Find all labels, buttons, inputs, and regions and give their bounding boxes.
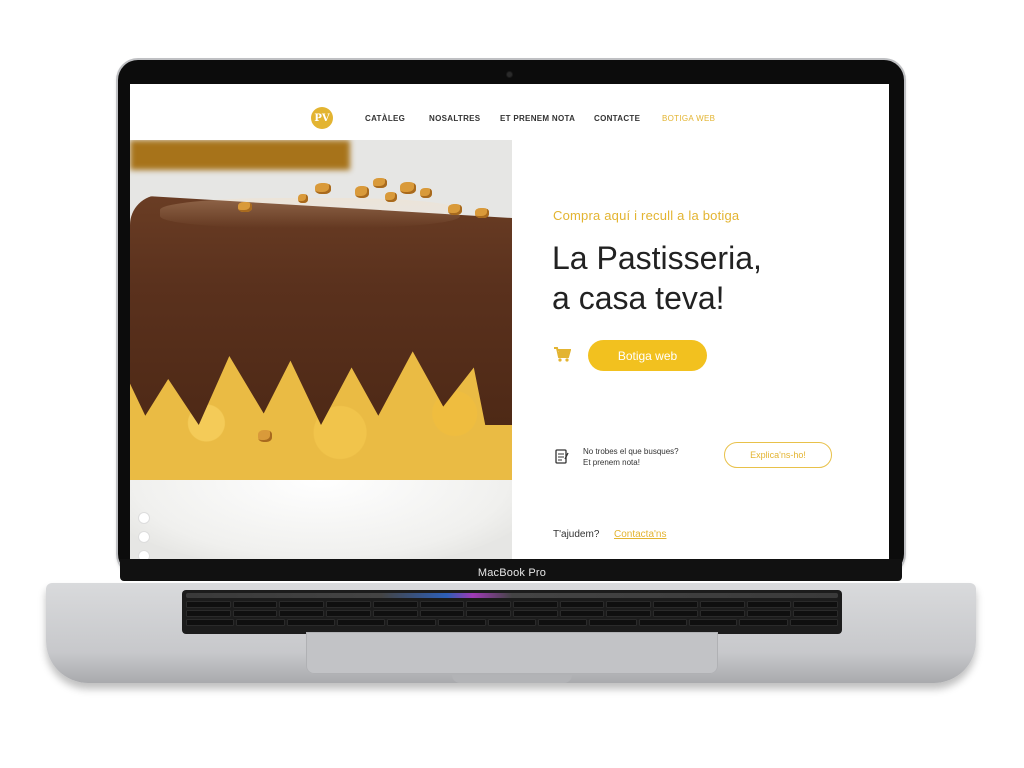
headline-line-2: a casa teva!: [552, 280, 725, 316]
hero-headline: La Pastisseria, a casa teva!: [552, 238, 762, 318]
slider-dot[interactable]: [138, 531, 150, 543]
nut-topping: [298, 194, 308, 203]
note-line-1: No trobes el que busques?: [583, 447, 679, 456]
nav-item-cataleg[interactable]: CATÀLEG: [365, 114, 405, 123]
laptop-screen: PV CATÀLEG NOSALTRES ET PRENEM NOTA CONT…: [130, 84, 889, 559]
slider-dots: [138, 512, 152, 559]
explain-button[interactable]: Explica'ns-ho!: [724, 442, 832, 468]
shop-button[interactable]: Botiga web: [588, 340, 707, 371]
cake-background-blur: [130, 140, 350, 170]
hero-image: [130, 140, 512, 559]
nut-topping: [355, 186, 369, 198]
key-row: [186, 601, 839, 608]
nut-topping: [238, 202, 252, 212]
key-row: [186, 610, 839, 617]
laptop-notch: [452, 675, 572, 683]
cart-icon[interactable]: [553, 346, 571, 362]
device-label: MacBook Pro: [477, 567, 547, 579]
hero-subtitle: Compra aquí i recull a la botiga: [553, 208, 740, 223]
keyboard: [182, 590, 842, 634]
cake-chocolate-glaze: [130, 195, 512, 425]
notepad-icon: [555, 449, 569, 464]
nut-topping: [400, 182, 416, 194]
nut-topping: [475, 208, 489, 218]
nav-item-botiga-web[interactable]: BOTIGA WEB: [662, 114, 715, 123]
nav-item-et-prenem-nota[interactable]: ET PRENEM NOTA: [500, 114, 575, 123]
help-text: T'ajudem?: [553, 529, 600, 540]
key-row: [186, 619, 839, 626]
camera-icon: [507, 72, 512, 77]
nut-topping: [420, 188, 432, 198]
slider-dot[interactable]: [138, 550, 150, 559]
note-line-2: Et prenem nota!: [583, 458, 640, 467]
nav-item-contacte[interactable]: CONTACTE: [594, 114, 640, 123]
note-text: No trobes el que busques? Et prenem nota…: [583, 446, 679, 468]
trackpad: [306, 632, 718, 674]
nut-topping: [315, 183, 331, 194]
site-nav: PV CATÀLEG NOSALTRES ET PRENEM NOTA CONT…: [130, 84, 889, 140]
site-logo[interactable]: PV: [311, 107, 333, 129]
nut-topping: [448, 204, 462, 215]
contact-link[interactable]: Contacta'ns: [614, 529, 667, 540]
nut-topping: [385, 192, 397, 202]
touch-bar: [186, 593, 838, 598]
glaze-shine: [160, 198, 460, 228]
nut-topping: [258, 430, 272, 442]
slider-dot[interactable]: [138, 512, 150, 524]
headline-line-1: La Pastisseria,: [552, 240, 762, 276]
nav-item-nosaltres[interactable]: NOSALTRES: [429, 114, 480, 123]
nut-topping: [373, 178, 387, 188]
